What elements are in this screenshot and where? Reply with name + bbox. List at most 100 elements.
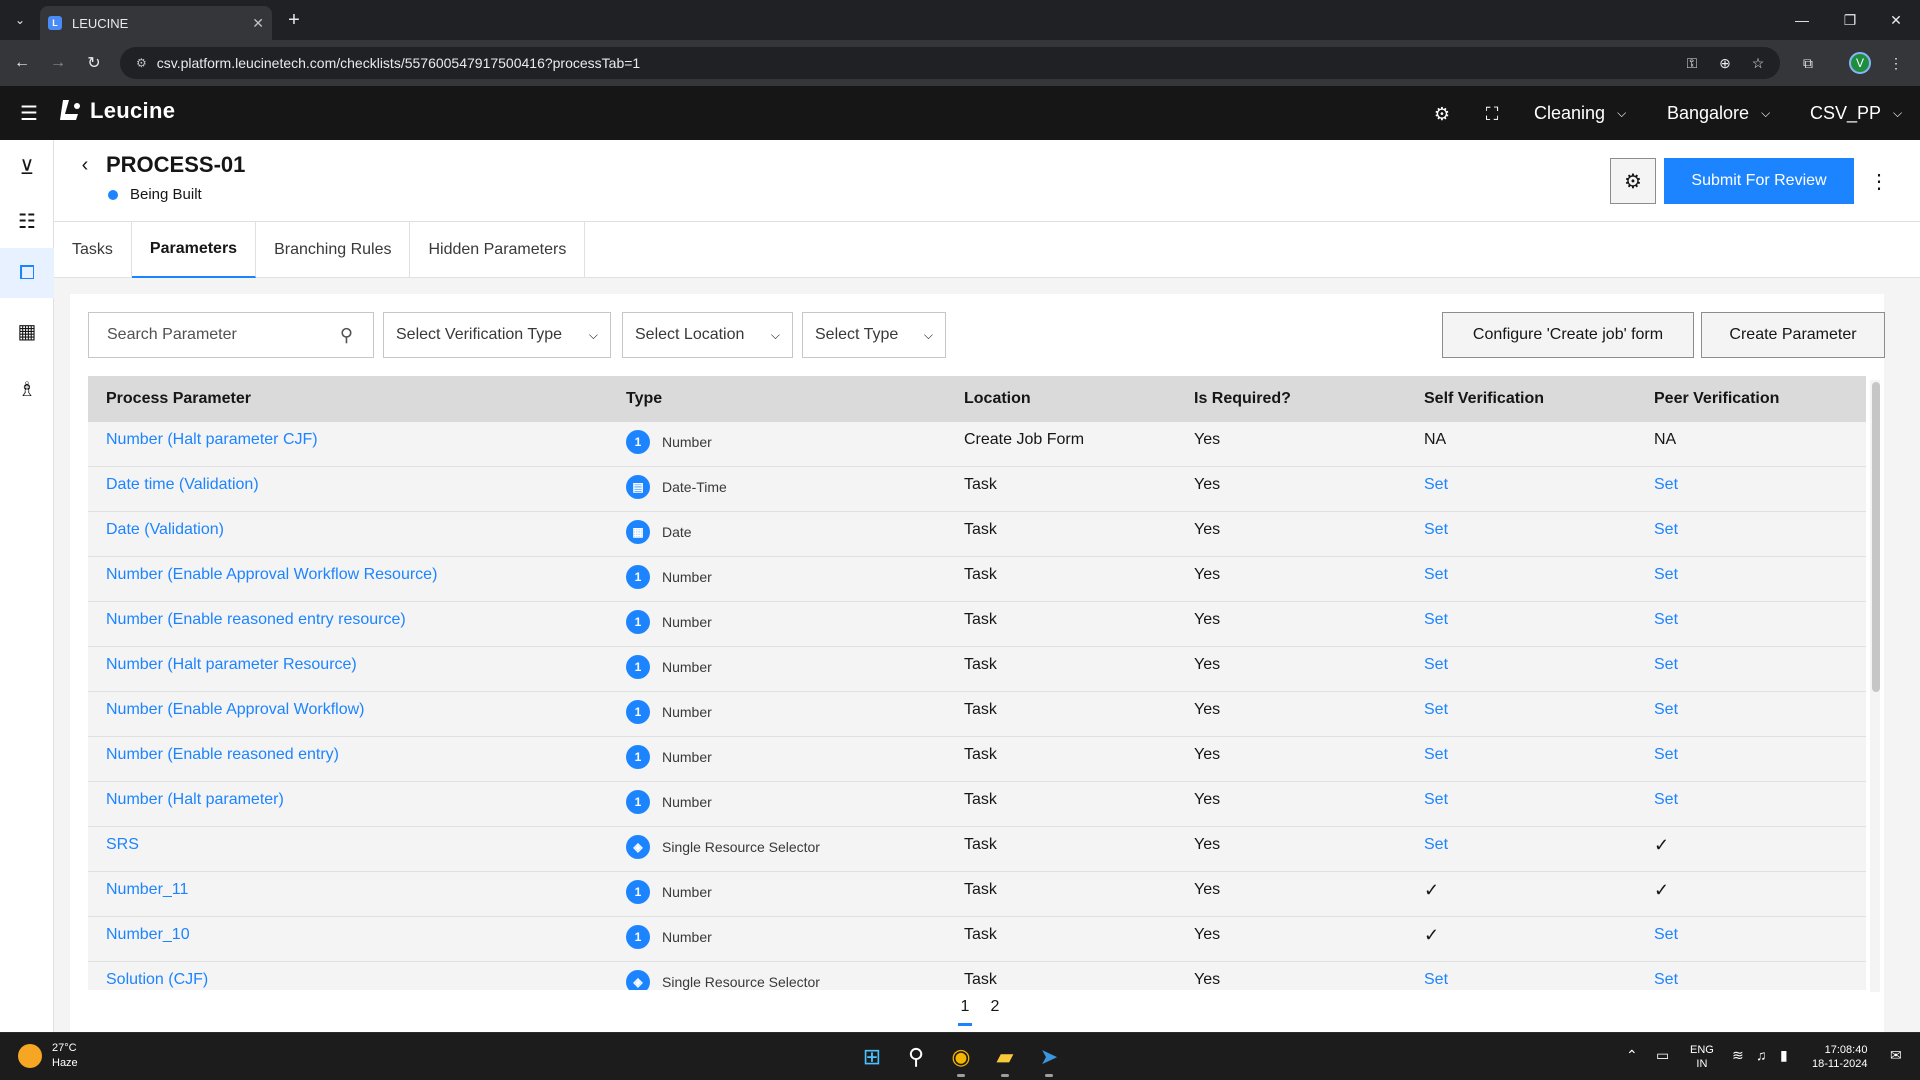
file-explorer-icon[interactable]: ▰	[989, 1041, 1021, 1077]
parameter-name-link[interactable]: SRS	[106, 827, 139, 863]
process-flow-icon[interactable]: ⧠	[0, 248, 54, 298]
self-verification-value[interactable]: Set	[1424, 512, 1448, 548]
peer-verification-value[interactable]: Set	[1654, 602, 1678, 638]
search-icon[interactable]: ⚲	[900, 1041, 932, 1073]
org-select[interactable]: CSV_PP ⌵	[1810, 100, 1902, 126]
password-key-icon[interactable]: ⚿	[1680, 51, 1704, 75]
peer-verification-value[interactable]: Set	[1654, 557, 1678, 593]
self-verification-value[interactable]: Set	[1424, 557, 1448, 593]
parameter-name-link[interactable]: Date time (Validation)	[106, 467, 259, 503]
volume-icon[interactable]: ♫	[1756, 1047, 1767, 1063]
self-verification-value[interactable]: Set	[1424, 602, 1448, 638]
verification-type-dropdown[interactable]: Select Verification Type ⌵	[383, 312, 611, 358]
search-parameter-field[interactable]: ⚲	[88, 312, 374, 358]
display-icon[interactable]: ▭	[1656, 1047, 1669, 1064]
tab-branching-rules[interactable]: Branching Rules	[256, 222, 411, 278]
type-dropdown[interactable]: Select Type ⌵	[802, 312, 946, 358]
forward-arrow-icon[interactable]: →	[46, 51, 70, 75]
extensions-icon[interactable]: ⧉	[1796, 51, 1820, 75]
peer-verification-value[interactable]: Set	[1654, 782, 1678, 818]
parameter-name-link[interactable]: Number (Enable reasoned entry resource)	[106, 602, 406, 638]
create-parameter-button[interactable]: Create Parameter	[1701, 312, 1885, 358]
location-select[interactable]: Bangalore ⌵	[1667, 100, 1770, 126]
self-verification-value[interactable]: Set	[1424, 692, 1448, 728]
table-scrollbar-thumb[interactable]	[1872, 382, 1880, 692]
brand-logo[interactable]: Leucine	[58, 98, 175, 124]
back-chevron-icon[interactable]: ‹	[74, 154, 96, 176]
reload-icon[interactable]: ↻	[82, 51, 106, 75]
self-verification-value[interactable]: Set	[1424, 467, 1448, 503]
location-dropdown[interactable]: Select Location ⌵	[622, 312, 793, 358]
self-verification-value[interactable]: Set	[1424, 737, 1448, 773]
parameter-name-link[interactable]: Number (Enable Approval Workflow)	[106, 692, 364, 728]
scan-icon[interactable]: ⛶	[1480, 102, 1504, 126]
peer-verification-value[interactable]: Set	[1654, 737, 1678, 773]
settings-gear-icon[interactable]: ⚙	[1430, 102, 1454, 126]
new-tab-button[interactable]: +	[282, 8, 306, 32]
parameter-name-link[interactable]: Number (Halt parameter)	[106, 782, 284, 818]
parameter-name-link[interactable]: Date (Validation)	[106, 512, 224, 548]
chrome-icon[interactable]: ◉	[945, 1041, 977, 1077]
back-arrow-icon[interactable]: ←	[10, 51, 34, 75]
wifi-icon[interactable]: ≋	[1732, 1047, 1744, 1064]
site-info-icon[interactable]: ⚙	[136, 56, 147, 70]
more-options-icon[interactable]: ⋮	[1864, 158, 1894, 204]
parameter-name-link[interactable]: Number (Halt parameter CJF)	[106, 422, 318, 458]
checklist-icon[interactable]: ☷	[0, 196, 54, 246]
page-1[interactable]: 1	[958, 998, 972, 1026]
tab-parameters[interactable]: Parameters	[131, 222, 257, 278]
page-2[interactable]: 2	[990, 998, 1000, 1016]
parameter-type-label: Number	[662, 704, 712, 720]
calendar-icon[interactable]: ▦	[0, 306, 54, 356]
self-verification-value[interactable]: Set	[1424, 782, 1448, 818]
address-bar[interactable]: ⚙ csv.platform.leucinetech.com/checklist…	[120, 47, 1780, 79]
peer-verification-value[interactable]: Set	[1654, 917, 1678, 953]
self-verification-value[interactable]: Set	[1424, 962, 1448, 990]
peer-verification-value[interactable]: Set	[1654, 962, 1678, 990]
minimize-icon[interactable]: —	[1790, 8, 1814, 32]
peer-verification-value[interactable]: Set	[1654, 692, 1678, 728]
battery-icon[interactable]: ▮	[1780, 1047, 1788, 1064]
page-title: PROCESS-01	[106, 152, 246, 177]
hierarchy-icon[interactable]: ♗	[0, 364, 54, 414]
parameter-name-link[interactable]: Solution (CJF)	[106, 962, 208, 990]
process-settings-button[interactable]: ⚙	[1610, 158, 1656, 204]
zoom-icon[interactable]: ⊕	[1713, 51, 1737, 75]
restore-icon[interactable]: ❐	[1838, 8, 1862, 32]
peer-verification-value[interactable]: Set	[1654, 512, 1678, 548]
notification-icon[interactable]: ✉	[1890, 1047, 1902, 1064]
self-verification-value[interactable]: Set	[1424, 827, 1448, 863]
browser-tab[interactable]: L LEUCINE ✕	[40, 6, 272, 40]
window-close-icon[interactable]: ✕	[1884, 8, 1908, 32]
power-automate-icon[interactable]: ➤	[1033, 1041, 1065, 1077]
profile-avatar[interactable]: V	[1849, 52, 1871, 74]
parameter-name-link[interactable]: Number (Enable reasoned entry)	[106, 737, 339, 773]
hidden-icons-chevron-icon[interactable]: ⌃	[1626, 1047, 1638, 1064]
configure-create-job-form-button[interactable]: Configure 'Create job' form	[1442, 312, 1694, 358]
facility-select[interactable]: Cleaning ⌵	[1534, 100, 1626, 126]
weather-widget[interactable]: 27°C Haze	[18, 1041, 78, 1071]
parameter-name-link[interactable]: Number_10	[106, 917, 190, 953]
parameter-name-link[interactable]: Number_11	[106, 872, 188, 908]
peer-verification-value[interactable]: Set	[1654, 647, 1678, 683]
browser-menu-icon[interactable]: ⋮	[1884, 51, 1908, 75]
bookmark-star-icon[interactable]: ☆	[1746, 51, 1770, 75]
peer-verification-value[interactable]: Set	[1654, 467, 1678, 503]
search-icon[interactable]: ⚲	[340, 325, 353, 346]
tab-close-icon[interactable]: ✕	[252, 15, 264, 32]
tab-tasks[interactable]: Tasks	[54, 222, 132, 278]
system-clock[interactable]: 17:08:40 18-11-2024	[1812, 1043, 1867, 1071]
tab-hidden-parameters[interactable]: Hidden Parameters	[410, 222, 586, 278]
inbox-icon[interactable]: ⊻	[0, 142, 54, 192]
tab-search-icon[interactable]: ⌄	[8, 8, 32, 32]
search-input[interactable]	[107, 326, 327, 344]
submit-for-review-button[interactable]: Submit For Review	[1664, 158, 1854, 204]
parameter-name-link[interactable]: Number (Halt parameter Resource)	[106, 647, 357, 683]
parameter-location: Task	[964, 926, 997, 943]
input-language[interactable]: ENG IN	[1690, 1043, 1714, 1071]
parameter-name-link[interactable]: Number (Enable Approval Workflow Resourc…	[106, 557, 437, 593]
self-verification-value[interactable]: Set	[1424, 647, 1448, 683]
windows-start-icon[interactable]: ⊞	[856, 1041, 888, 1073]
hamburger-menu-icon[interactable]: ☰	[18, 102, 40, 125]
parameter-required: Yes	[1194, 971, 1221, 988]
